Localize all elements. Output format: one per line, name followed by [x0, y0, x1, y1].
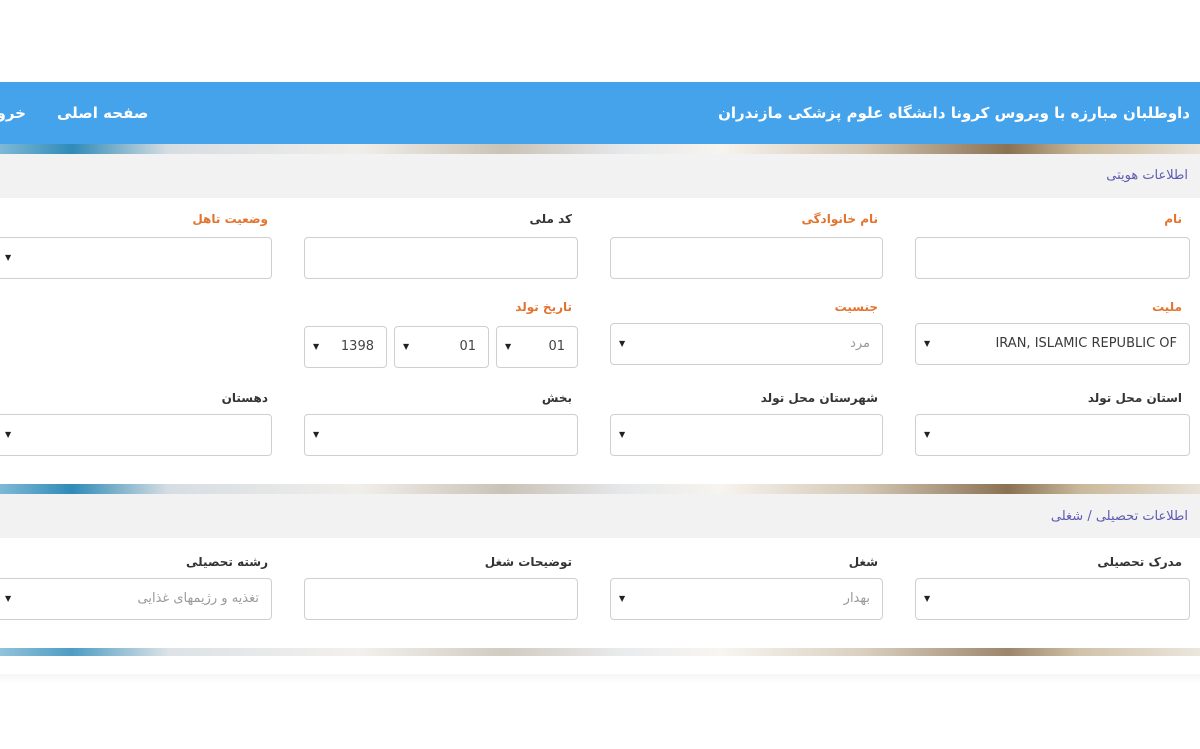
triangle-down-icon: ▼	[5, 594, 12, 603]
birth-day-value: 01	[548, 339, 565, 354]
last-name-input[interactable]	[610, 237, 883, 279]
birth-province-select[interactable]: ▼	[915, 414, 1190, 456]
decorative-banner-strip	[0, 648, 1200, 656]
education-section-header: اطلاعات تحصیلی / شغلی	[0, 494, 1200, 538]
triangle-down-icon: ▼	[313, 430, 320, 439]
triangle-down-icon: ▼	[924, 594, 931, 603]
gender-label: جنسیت	[834, 300, 878, 314]
district-label: بخش	[541, 391, 572, 405]
birth-province-label: استان محل تولد	[1087, 391, 1182, 405]
field-of-study-value: تغذیه و رژیمهای غذایی	[137, 591, 259, 606]
birth-year-select[interactable]: ▼ 1398	[304, 326, 387, 368]
national-code-label: کد ملی	[529, 212, 572, 226]
triangle-down-icon: ▼	[403, 342, 410, 351]
exit-link[interactable]: خروج	[0, 104, 26, 122]
site-title: داوطلبان مبارزه با ویروس کرونا دانشگاه ع…	[718, 104, 1190, 122]
gender-select[interactable]: ▼ مرد	[610, 323, 883, 365]
home-link[interactable]: صفحه اصلی	[57, 104, 148, 122]
job-value: بهدار	[843, 591, 870, 606]
district-select[interactable]: ▼	[304, 414, 578, 456]
nationality-value: IRAN, ISLAMIC REPUBLIC OF	[995, 336, 1177, 351]
birth-day-select[interactable]: ▼ 01	[496, 326, 578, 368]
field-of-study-label: رشته تحصیلی	[186, 555, 268, 569]
job-description-input[interactable]	[304, 578, 578, 620]
marital-status-select[interactable]: ▼	[0, 237, 272, 279]
nationality-label: ملیت	[1152, 300, 1182, 314]
job-description-label: توضیحات شغل	[484, 555, 572, 569]
rural-district-select[interactable]: ▼	[0, 414, 272, 456]
triangle-down-icon: ▼	[619, 594, 626, 603]
job-select[interactable]: ▼ بهدار	[610, 578, 883, 620]
birth-date-label: تاریخ تولد	[515, 300, 572, 314]
last-name-label: نام خانوادگی	[801, 212, 878, 226]
next-section-edge	[0, 674, 1200, 684]
birth-city-select[interactable]: ▼	[610, 414, 883, 456]
triangle-down-icon: ▼	[619, 339, 626, 348]
degree-select[interactable]: ▼	[915, 578, 1190, 620]
triangle-down-icon: ▼	[505, 342, 512, 351]
identity-section-title: اطلاعات هویتی	[1106, 168, 1188, 183]
triangle-down-icon: ▼	[5, 430, 12, 439]
field-of-study-select[interactable]: ▼ تغذیه و رژیمهای غذایی	[0, 578, 272, 620]
degree-label: مدرک تحصیلی	[1097, 555, 1182, 569]
education-section-title: اطلاعات تحصیلی / شغلی	[1050, 509, 1188, 524]
first-name-label: نام	[1164, 212, 1182, 226]
birth-year-value: 1398	[340, 339, 374, 354]
triangle-down-icon: ▼	[313, 342, 320, 351]
gender-value: مرد	[850, 336, 870, 351]
triangle-down-icon: ▼	[924, 339, 931, 348]
first-name-input[interactable]	[915, 237, 1190, 279]
rural-district-label: دهستان	[221, 391, 268, 405]
decorative-banner-strip	[0, 484, 1200, 494]
marital-status-label: وضعیت تاهل	[192, 212, 268, 226]
birth-month-value: 01	[459, 339, 476, 354]
triangle-down-icon: ▼	[924, 430, 931, 439]
top-navbar: داوطلبان مبارزه با ویروس کرونا دانشگاه ع…	[0, 82, 1200, 144]
national-code-input[interactable]	[304, 237, 578, 279]
job-label: شغل	[848, 555, 878, 569]
triangle-down-icon: ▼	[5, 253, 12, 262]
birth-month-select[interactable]: ▼ 01	[394, 326, 489, 368]
nationality-select[interactable]: ▼ IRAN, ISLAMIC REPUBLIC OF	[915, 323, 1190, 365]
identity-section-header: اطلاعات هویتی	[0, 154, 1200, 198]
triangle-down-icon: ▼	[619, 430, 626, 439]
birth-city-label: شهرستان محل تولد	[760, 391, 878, 405]
decorative-banner-strip	[0, 144, 1200, 154]
